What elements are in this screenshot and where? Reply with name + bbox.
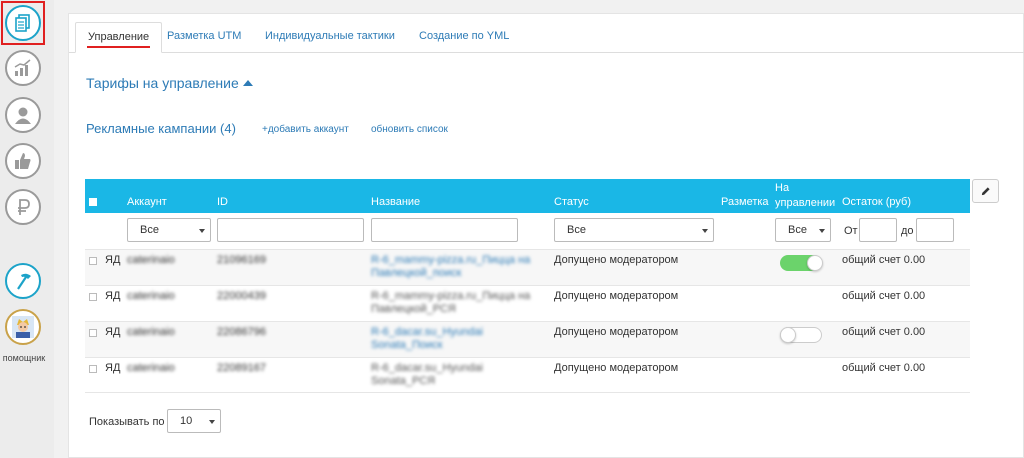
row-balance: общий счет 0.00 bbox=[842, 362, 926, 374]
pencil-icon bbox=[981, 186, 990, 195]
table-row[interactable]: ЯД caterinaio 22086796 R-6_dacar.su_Hyun… bbox=[85, 321, 970, 357]
balance-to-label: до bbox=[901, 225, 914, 237]
campaign-name-link[interactable]: R-6_dacar.su_Hyundai Sonata_Поиск bbox=[371, 326, 483, 352]
balance-from-input[interactable] bbox=[859, 218, 897, 242]
toggle-knob bbox=[780, 327, 796, 343]
row-system: ЯД bbox=[105, 326, 121, 338]
chart-growth-icon bbox=[14, 59, 31, 76]
hammer-icon bbox=[17, 273, 31, 290]
row-balance: общий счет 0.00 bbox=[842, 326, 926, 338]
assistant-avatar[interactable] bbox=[5, 309, 41, 345]
tariffs-toggle[interactable]: Тарифы на управление bbox=[86, 75, 253, 91]
tab-individual-tactics[interactable]: Индивидуальные тактики bbox=[253, 22, 407, 53]
campaign-name[interactable]: R-6_dacar.su_Hyundai Sonata_РСЯ bbox=[371, 362, 483, 388]
toggle-knob bbox=[807, 255, 823, 271]
status-filter-select[interactable]: Все bbox=[554, 218, 714, 242]
chevron-down-icon bbox=[209, 420, 215, 424]
table-row[interactable]: ЯД caterinaio 21096169 R-6_mammy-pizza.r… bbox=[85, 249, 970, 285]
row-id: 22086796 bbox=[217, 326, 266, 338]
ruble-icon bbox=[18, 199, 30, 215]
row-status: Допущено модератором bbox=[554, 290, 679, 302]
row-balance: общий счет 0.00 bbox=[842, 254, 926, 266]
campaign-name-link[interactable]: R-6_mammy-pizza.ru_Пицца на Павлецкой_по… bbox=[371, 254, 530, 280]
caret-up-icon bbox=[242, 80, 253, 86]
managed-toggle[interactable] bbox=[780, 327, 822, 343]
column-balance[interactable]: Остаток (руб) bbox=[842, 196, 911, 208]
table-row[interactable]: ЯД caterinaio 22000439 R-6_mammy-pizza.r… bbox=[85, 285, 970, 321]
tab-management[interactable]: Управление bbox=[75, 22, 163, 53]
row-checkbox[interactable] bbox=[89, 329, 97, 337]
filter-row: Все Все Все От до bbox=[85, 213, 970, 249]
row-id: 22000439 bbox=[217, 290, 266, 302]
managed-toggle[interactable] bbox=[780, 255, 823, 271]
row-status: Допущено модератором bbox=[554, 326, 679, 338]
campaigns-title: Рекламные кампании (4) bbox=[86, 121, 236, 136]
tab-yml-creation[interactable]: Создание по YML bbox=[407, 22, 521, 53]
table-row[interactable]: ЯД caterinaio 22089167 R-6_dacar.su_Hyun… bbox=[85, 357, 970, 393]
id-filter-input[interactable] bbox=[217, 218, 364, 242]
row-system: ЯД bbox=[105, 254, 121, 266]
refresh-list-link[interactable]: обновить список bbox=[371, 124, 448, 135]
sidebar-active-outline bbox=[1, 1, 45, 45]
row-checkbox[interactable] bbox=[89, 365, 97, 373]
row-account: caterinaio bbox=[127, 290, 175, 302]
assistant-label[interactable]: помощник bbox=[0, 353, 48, 363]
row-id: 21096169 bbox=[217, 254, 266, 266]
edit-columns-button[interactable] bbox=[972, 179, 999, 203]
page-size-select[interactable]: 10 bbox=[167, 409, 221, 433]
balance-to-input[interactable] bbox=[916, 218, 954, 242]
row-checkbox[interactable] bbox=[89, 257, 97, 265]
row-balance: общий счет 0.00 bbox=[842, 290, 926, 302]
user-icon bbox=[15, 107, 31, 124]
page-size-label: Показывать по bbox=[89, 416, 165, 428]
documents-icon bbox=[15, 14, 30, 32]
sidebar-item-tools[interactable] bbox=[5, 263, 41, 299]
managed-filter-select[interactable]: Все bbox=[775, 218, 831, 242]
campaign-name[interactable]: R-6_mammy-pizza.ru_Пицца на Павлецкой_РС… bbox=[371, 290, 530, 316]
assistant-character-icon bbox=[12, 316, 34, 338]
row-account: caterinaio bbox=[127, 254, 175, 266]
main-panel: Управление Разметка UTM Индивидуальные т… bbox=[68, 13, 1024, 458]
table-header: Аккаунт ID Название Статус Разметка На у… bbox=[85, 179, 970, 213]
column-name[interactable]: Название bbox=[371, 196, 420, 208]
row-status: Допущено модератором bbox=[554, 254, 679, 266]
column-id[interactable]: ID bbox=[217, 196, 228, 208]
row-status: Допущено модератором bbox=[554, 362, 679, 374]
tab-utm-markup[interactable]: Разметка UTM bbox=[155, 22, 253, 53]
sidebar-item-documents[interactable] bbox=[5, 5, 41, 41]
row-id: 22089167 bbox=[217, 362, 266, 374]
chevron-down-icon bbox=[702, 229, 708, 233]
sidebar-item-profile[interactable] bbox=[5, 97, 41, 133]
sidebar-item-likes[interactable] bbox=[5, 143, 41, 179]
select-all-checkbox[interactable] bbox=[89, 198, 97, 206]
active-tab-underline bbox=[87, 46, 151, 48]
column-account[interactable]: Аккаунт bbox=[127, 196, 167, 208]
row-account: caterinaio bbox=[127, 326, 175, 338]
name-filter-input[interactable] bbox=[371, 218, 518, 242]
column-status[interactable]: Статус bbox=[554, 196, 589, 208]
account-filter-select[interactable]: Все bbox=[127, 218, 211, 242]
row-system: ЯД bbox=[105, 290, 121, 302]
row-account: caterinaio bbox=[127, 362, 175, 374]
column-markup[interactable]: Разметка bbox=[721, 196, 769, 208]
add-account-link[interactable]: +добавить аккаунт bbox=[262, 124, 349, 135]
tab-bar: Управление Разметка UTM Индивидуальные т… bbox=[69, 22, 1024, 53]
thumbs-up-icon bbox=[15, 153, 31, 169]
balance-from-label: От bbox=[844, 225, 858, 237]
column-managed[interactable]: На управлении bbox=[775, 181, 835, 211]
sidebar-item-statistics[interactable] bbox=[5, 50, 41, 86]
chevron-down-icon bbox=[819, 229, 825, 233]
row-checkbox[interactable] bbox=[89, 293, 97, 301]
sidebar: помощник bbox=[0, 0, 54, 458]
row-system: ЯД bbox=[105, 362, 121, 374]
sidebar-item-finance[interactable] bbox=[5, 189, 41, 225]
chevron-down-icon bbox=[199, 229, 205, 233]
